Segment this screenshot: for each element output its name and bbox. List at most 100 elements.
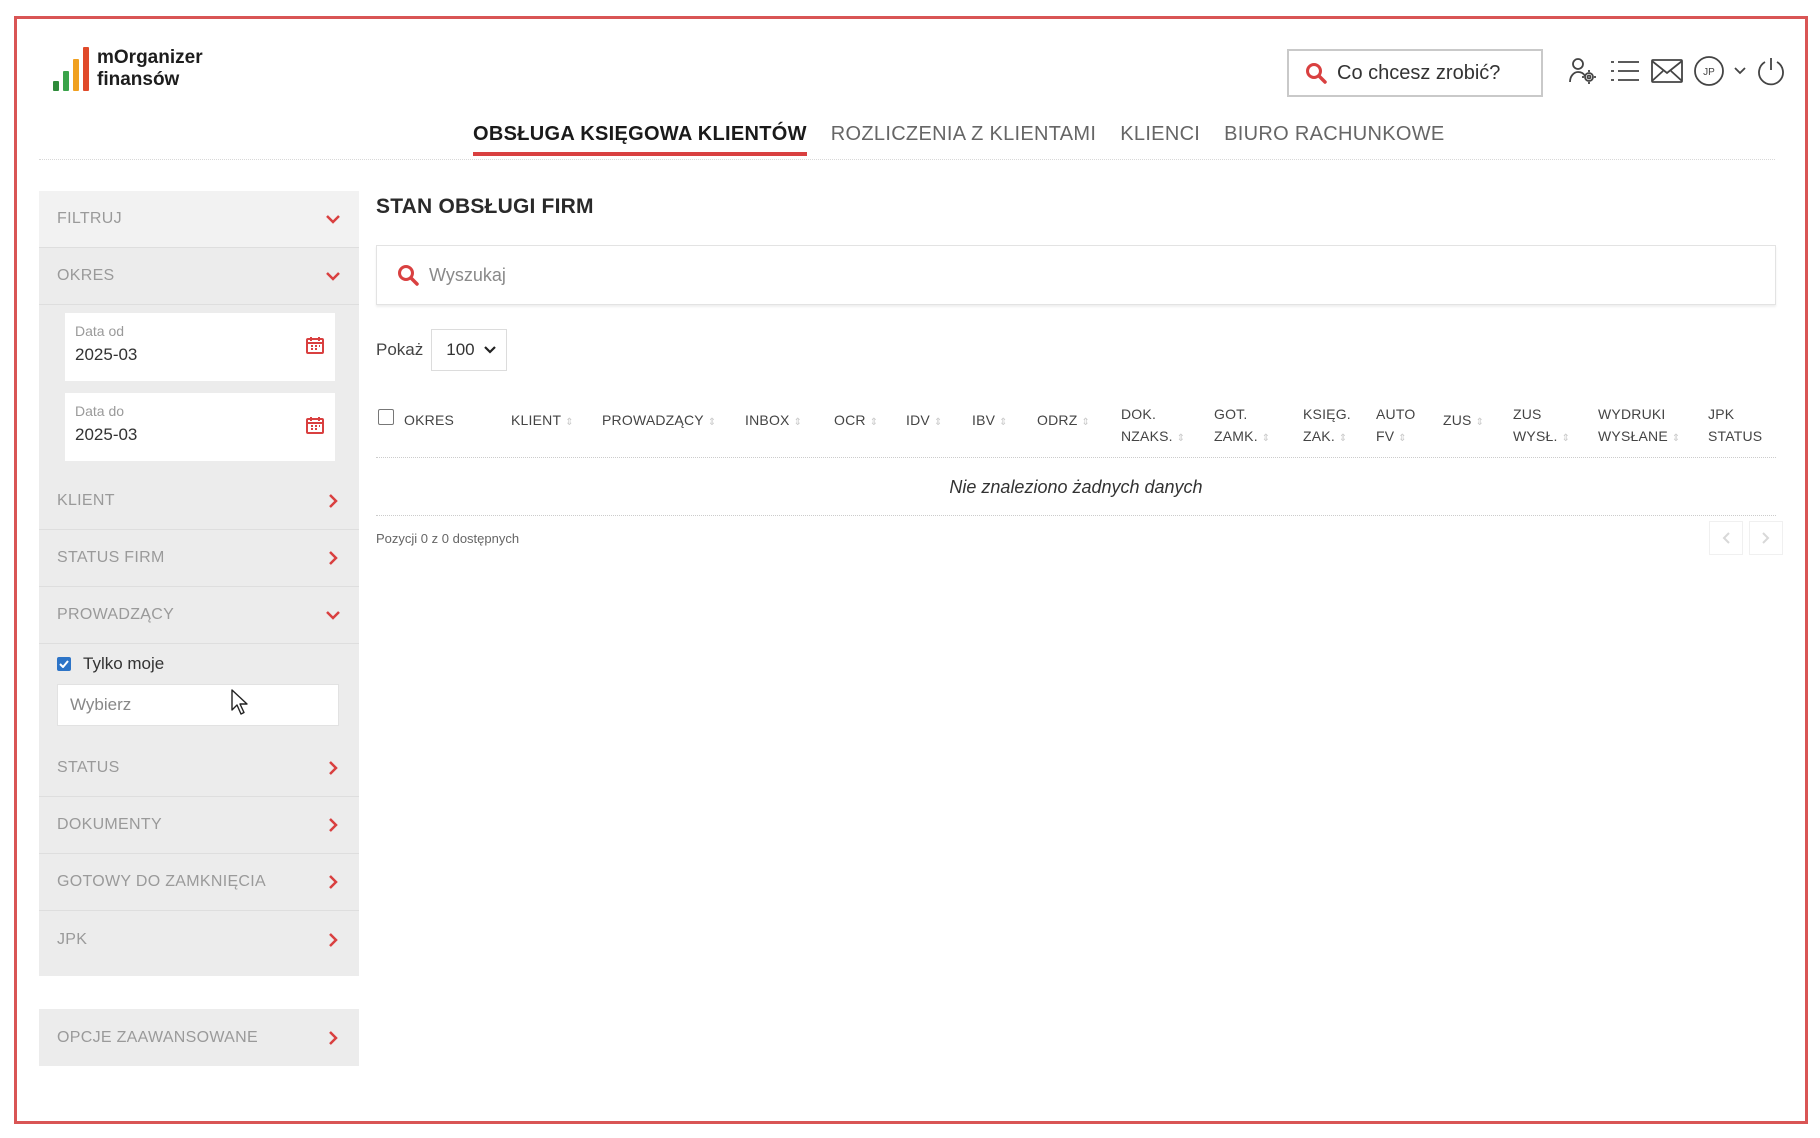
header-divider [39, 159, 1775, 160]
col-dok-nzaks[interactable]: DOK. NZAKS. ⇕ [1121, 403, 1185, 450]
logo-line-1: mOrganizer [97, 47, 203, 68]
col-inbox[interactable]: INBOX ⇕ [745, 409, 802, 434]
filter-documents[interactable]: DOKUMENTY [39, 797, 359, 854]
col-zus-wysl[interactable]: ZUS WYSŁ. ⇕ [1513, 403, 1570, 450]
col-jpk-status[interactable]: JPK STATUS [1708, 403, 1762, 447]
select-all-checkbox[interactable] [378, 409, 394, 425]
col-ocr[interactable]: OCR ⇕ [834, 409, 878, 434]
filter-ready-to-close[interactable]: GOTOWY DO ZAMKNIĘCIA [39, 854, 359, 911]
filter-sidebar: FILTRUJ OKRES Data od 2025-03 Data do 20 [39, 191, 359, 976]
chevron-right-icon [325, 874, 341, 890]
sort-icon: ⇕ [869, 417, 879, 428]
col-ibv[interactable]: IBV ⇕ [972, 409, 1008, 434]
sort-icon: ⇕ [933, 417, 943, 428]
company-status-label: STATUS FIRM [57, 549, 165, 566]
power-icon[interactable] [1753, 53, 1789, 89]
header-icons: JP [1565, 53, 1789, 89]
col-wydruki-wyslane[interactable]: WYDRUKI WYSŁANE ⇕ [1598, 403, 1680, 450]
search-icon [398, 265, 419, 286]
sort-icon: ⇕ [1176, 433, 1186, 444]
table-search-input[interactable]: Wyszukaj [376, 245, 1776, 305]
sort-icon: ⇕ [1671, 433, 1681, 444]
logo-bars-icon [53, 47, 89, 91]
col-auto-fv[interactable]: AUTO FV ⇕ [1376, 403, 1415, 450]
tab-obsluga-ksiegowa[interactable]: OBSŁUGA KSIĘGOWA KLIENTÓW [473, 123, 807, 156]
period-label: OKRES [57, 267, 115, 284]
sort-icon: ⇕ [1475, 417, 1485, 428]
table-empty-row: Nie znaleziono żadnych danych [376, 459, 1776, 516]
user-avatar-icon[interactable]: JP [1691, 53, 1727, 89]
col-prowadzacy[interactable]: PROWADZĄCY ⇕ [602, 409, 716, 434]
sort-icon: ⇕ [1398, 433, 1407, 444]
page-size-value: 100 [446, 340, 475, 359]
advanced-options-panel: OPCJE ZAAWANSOWANE [39, 1009, 359, 1066]
filter-label: FILTRUJ [57, 210, 122, 227]
date-to-field[interactable]: Data do 2025-03 [65, 393, 335, 461]
logo-text: mOrganizer finansów [97, 47, 203, 91]
chevron-right-icon [1762, 532, 1770, 544]
col-got-zamk[interactable]: GOT. ZAMK. ⇕ [1214, 403, 1270, 450]
tab-rozliczenia[interactable]: ROZLICZENIA Z KLIENTAMI [831, 123, 1096, 156]
chevron-down-icon [325, 268, 341, 284]
date-from-field[interactable]: Data od 2025-03 [65, 313, 335, 381]
sort-icon: ⇕ [1261, 433, 1271, 444]
filter-client[interactable]: KLIENT [39, 473, 359, 530]
sort-icon: ⇕ [1561, 433, 1571, 444]
tab-klienci[interactable]: KLIENCI [1120, 123, 1200, 156]
page-title: STAN OBSŁUGI FIRM [376, 195, 594, 218]
advanced-options-label: OPCJE ZAAWANSOWANE [57, 1028, 258, 1046]
calendar-icon[interactable] [305, 415, 325, 440]
empty-message: Nie znaleziono żadnych danych [949, 476, 1203, 497]
mail-icon[interactable] [1649, 53, 1685, 89]
advanced-options[interactable]: OPCJE ZAAWANSOWANE [39, 1009, 359, 1066]
search-placeholder: Wyszukaj [429, 264, 506, 285]
show-label: Pokaż [376, 340, 424, 359]
table-info: Pozycji 0 z 0 dostępnych [376, 531, 520, 546]
chevron-right-icon [325, 1030, 341, 1046]
filter-status[interactable]: STATUS [39, 740, 359, 797]
mouse-cursor-icon [231, 689, 248, 715]
col-zus[interactable]: ZUS ⇕ [1443, 409, 1484, 434]
chevron-right-icon [325, 550, 341, 566]
filter-jpk[interactable]: JPK [39, 911, 359, 968]
sort-icon: ⇕ [707, 417, 717, 428]
calendar-icon[interactable] [305, 335, 325, 360]
search-icon [1306, 63, 1327, 84]
only-mine-checkbox[interactable] [57, 657, 71, 671]
chevron-down-icon[interactable] [1733, 53, 1747, 89]
sort-icon: ⇕ [999, 417, 1008, 428]
filter-header[interactable]: FILTRUJ [39, 191, 359, 248]
page-size-select[interactable]: 100 [431, 329, 508, 371]
filter-company-status[interactable]: STATUS FIRM [39, 530, 359, 587]
only-mine-option: Tylko moje [39, 644, 359, 680]
col-idv[interactable]: IDV ⇕ [906, 409, 943, 434]
status-label: STATUS [57, 759, 120, 776]
quick-search-label: Co chcesz zrobić? [1337, 61, 1501, 84]
col-ksieg-zak[interactable]: KSIĘG. ZAK. ⇕ [1303, 403, 1351, 450]
users-settings-icon[interactable] [1565, 53, 1601, 89]
main-tabs: OBSŁUGA KSIĘGOWA KLIENTÓW ROZLICZENIA Z … [473, 123, 1445, 156]
ready-to-close-label: GOTOWY DO ZAMKNIĘCIA [57, 873, 266, 890]
col-klient[interactable]: KLIENT ⇕ [511, 409, 574, 434]
quick-action-search[interactable]: Co chcesz zrobić? [1287, 49, 1543, 97]
chevron-down-icon [325, 211, 341, 227]
only-mine-label[interactable]: Tylko moje [83, 654, 164, 674]
sort-icon: ⇕ [1338, 433, 1348, 444]
filter-period[interactable]: OKRES [39, 248, 359, 305]
jpk-label: JPK [57, 930, 88, 948]
manager-label: PROWADZĄCY [57, 606, 175, 623]
manager-select[interactable]: Wybierz [57, 684, 339, 726]
sort-icon: ⇕ [1081, 417, 1091, 428]
chevron-right-icon [325, 932, 341, 948]
next-page-button[interactable] [1749, 521, 1783, 555]
date-from-value: 2025-03 [75, 345, 138, 364]
date-to-value: 2025-03 [75, 425, 138, 444]
tab-biuro-rachunkowe[interactable]: BIURO RACHUNKOWE [1224, 123, 1444, 156]
prev-page-button[interactable] [1709, 521, 1743, 555]
filter-manager[interactable]: PROWADZĄCY [39, 587, 359, 644]
menu-list-icon[interactable] [1607, 53, 1643, 89]
app-window: mOrganizer finansów Co chcesz zrobić? JP… [14, 16, 1808, 1124]
app-logo[interactable]: mOrganizer finansów [53, 47, 203, 91]
col-odrz[interactable]: ODRZ ⇕ [1037, 409, 1090, 434]
col-okres[interactable]: OKRES [404, 409, 454, 431]
